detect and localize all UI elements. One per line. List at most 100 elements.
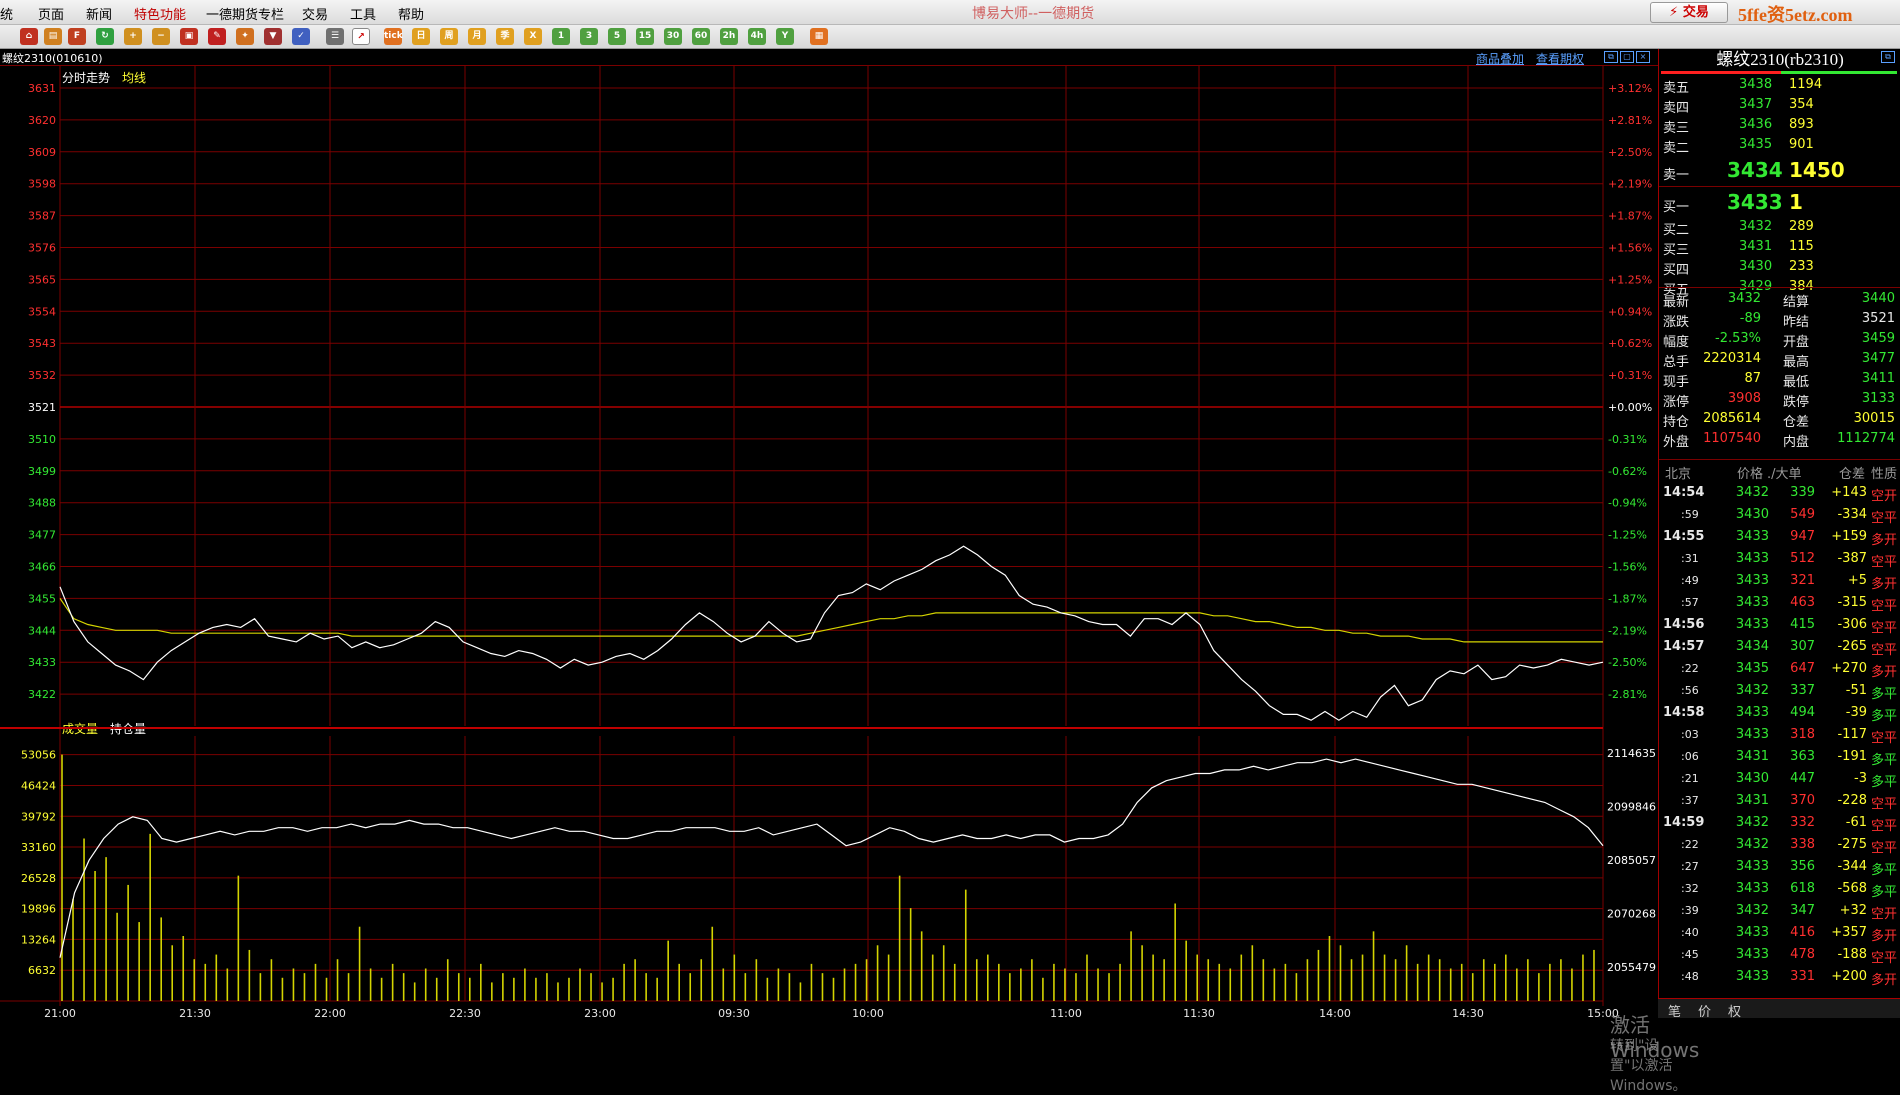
table-icon[interactable]: ☰ (326, 28, 344, 45)
window-icon[interactable]: ▣ (180, 28, 198, 45)
tab-options[interactable]: 权 (1728, 1001, 1741, 1020)
tick-nature: 多开 (1871, 533, 1898, 548)
tick-oi-diff: -387 (1837, 551, 1867, 566)
tick-oi-diff: -3 (1854, 771, 1867, 786)
tick-nature: 多开 (1871, 577, 1898, 592)
menu-item-page[interactable]: 页面 (38, 4, 64, 23)
menu-item-news[interactable]: 新闻 (86, 4, 112, 23)
period-x-button[interactable]: X (524, 28, 542, 45)
tick-icon[interactable]: tick (384, 28, 403, 45)
period-month-button[interactable]: 月 (468, 28, 486, 45)
tick-nature: 多平 (1871, 863, 1898, 878)
intraday-chart-svg[interactable]: 分时走势 均线 成交量 持仓量 3631+3.12%3620+2.81%3609… (0, 66, 1658, 1020)
pen-icon[interactable]: ✎ (208, 28, 226, 45)
restore-icon[interactable]: ⧉ (1604, 51, 1618, 63)
menu-item-tools[interactable]: 工具 (350, 4, 376, 23)
volume-tick-label: 6632 (28, 964, 56, 977)
volume-tick-label: 33160 (21, 841, 56, 854)
menu-item-features[interactable]: 特色功能 (134, 4, 186, 23)
bid-price: 3432 (1739, 219, 1773, 234)
pct-tick-label: +1.25% (1608, 273, 1652, 286)
pct-tick-label: -1.25% (1608, 529, 1647, 542)
home-icon[interactable]: ⌂ (20, 28, 38, 45)
bid-price: 3431 (1739, 239, 1773, 254)
stat-row: 外盘 1107540 内盘 1112774 (1659, 429, 1900, 450)
analysis-icon[interactable]: ✓ (292, 28, 310, 45)
refresh-icon[interactable]: ↻ (96, 28, 114, 45)
stat-label: 外盘 (1663, 435, 1690, 450)
filter-icon[interactable]: ▼ (264, 28, 282, 45)
tick-volume: 337 (1790, 683, 1815, 698)
period-3-button[interactable]: 3 (580, 28, 598, 45)
period-5-button[interactable]: 5 (608, 28, 626, 45)
price-tick-label: 3455 (28, 592, 56, 605)
draw-icon[interactable]: ✦ (236, 28, 254, 45)
period-1-button[interactable]: 1 (552, 28, 570, 45)
trend-chart-icon[interactable]: ↗ (352, 28, 370, 45)
stat-value: 3133 (1861, 391, 1895, 406)
ticks-header-time: 北京 (1665, 467, 1692, 482)
menu-item-help[interactable]: 帮助 (398, 4, 424, 23)
period-2h-button[interactable]: 2h (720, 28, 738, 45)
chart-area[interactable]: 分时走势 均线 成交量 持仓量 3631+3.12%3620+2.81%3609… (0, 66, 1699, 1094)
options-link[interactable]: 查看期权 (1536, 50, 1584, 67)
pct-tick-label: -1.56% (1608, 561, 1647, 574)
stat-value: 3432 (1727, 291, 1761, 306)
tick-row: :45 3433 478 -188 空平 (1659, 944, 1900, 966)
book-icon[interactable]: ▤ (44, 28, 62, 45)
symbol-label: 螺纹2310(010610) (2, 52, 103, 65)
tick-volume: 338 (1790, 837, 1815, 852)
pct-tick-label: +0.62% (1608, 337, 1652, 350)
tick-time: :22 (1681, 662, 1699, 675)
period-year-button[interactable]: Y (776, 28, 794, 45)
period-day-button[interactable]: 日 (412, 28, 430, 45)
zoom-in-icon[interactable]: + (124, 28, 142, 45)
trade-button[interactable]: ⚡ 交易 (1650, 2, 1728, 23)
menu-item-column[interactable]: 一德期货专栏 (206, 4, 284, 23)
price-tick-label: 3598 (28, 178, 56, 191)
tick-row: :32 3433 618 -568 多平 (1659, 878, 1900, 900)
tick-time: :48 (1681, 970, 1699, 983)
tab-ticks[interactable]: 笔 (1668, 1001, 1681, 1020)
tick-volume: 307 (1790, 639, 1815, 654)
period-30-button[interactable]: 30 (664, 28, 682, 45)
price-tab-label[interactable]: 分时走势 (62, 71, 110, 85)
avg-tab-label[interactable]: 均线 (122, 71, 146, 85)
tick-time: 14:59 (1663, 815, 1705, 830)
stat-label: 开盘 (1783, 335, 1810, 350)
tick-oi-diff: -306 (1837, 617, 1867, 632)
panel-restore-icon[interactable]: ⧉ (1881, 51, 1895, 63)
pct-tick-label: +2.81% (1608, 114, 1652, 127)
close-icon[interactable]: × (1636, 51, 1650, 63)
tab-price[interactable]: 价 (1698, 1001, 1711, 1020)
maximize-icon[interactable]: ▢ (1620, 51, 1634, 63)
zoom-out-icon[interactable]: − (152, 28, 170, 45)
detail-tabs: 笔 价 权 (1658, 998, 1900, 1020)
tick-time: :45 (1681, 948, 1699, 961)
tick-nature: 空平 (1871, 555, 1898, 570)
quote-panel: 螺纹2310(rb2310) ⧉ 卖五 3438 1194 卖四 3437 354 卖三 34… (1658, 49, 1900, 1018)
tick-row: :57 3433 463 -315 空平 (1659, 592, 1900, 614)
tick-oi-diff: +159 (1831, 529, 1867, 544)
period-60-button[interactable]: 60 (692, 28, 710, 45)
quote-title: 螺纹2310(rb2310) (1716, 50, 1844, 69)
menu-item-trade[interactable]: 交易 (302, 4, 328, 23)
calculator-icon[interactable]: ▦ (810, 28, 828, 45)
price-tick-label: 3444 (28, 624, 56, 637)
tick-price: 3430 (1735, 507, 1769, 522)
period-15-button[interactable]: 15 (636, 28, 654, 45)
period-4h-button[interactable]: 4h (748, 28, 766, 45)
menu-item-system[interactable]: 统 (0, 4, 13, 23)
volume-tick-label: 39792 (21, 810, 56, 823)
tick-price: 3433 (1735, 529, 1769, 544)
period-quarter-button[interactable]: 季 (496, 28, 514, 45)
tick-price: 3432 (1735, 683, 1769, 698)
tick-oi-diff: -315 (1837, 595, 1867, 610)
tick-time: :06 (1681, 750, 1699, 763)
overlay-link[interactable]: 商品叠加 (1476, 50, 1524, 67)
tick-nature: 空平 (1871, 643, 1898, 658)
f10-icon[interactable]: F (68, 28, 86, 45)
ticks-header-nature: 性质 (1871, 467, 1898, 482)
period-week-button[interactable]: 周 (440, 28, 458, 45)
oi-tick-label: 2099846 (1607, 801, 1656, 814)
